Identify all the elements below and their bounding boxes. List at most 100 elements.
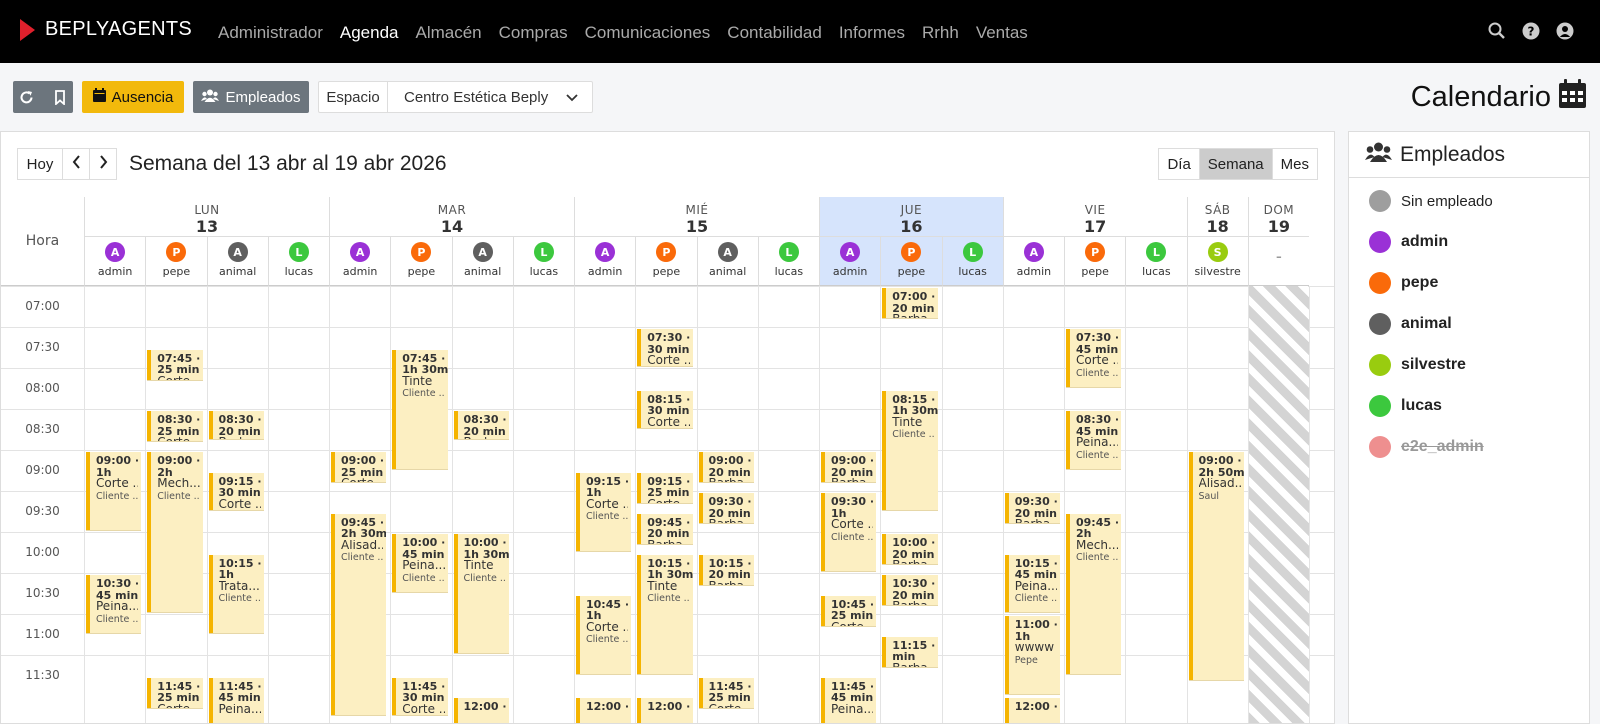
- appointment-event[interactable]: 12:00 ·: [576, 698, 632, 723]
- day-number: 14: [440, 217, 464, 236]
- appointment-event[interactable]: 08:15 ·1h 30minTinteCliente ...: [882, 390, 938, 510]
- ausencia-button[interactable]: Ausencia: [82, 81, 184, 113]
- nav-item-contabilidad[interactable]: Contabilidad: [727, 23, 822, 43]
- appointment-event[interactable]: 09:00 · 2h Mech... Cliente ...: [147, 452, 203, 612]
- nav-item-rrhh[interactable]: Rrhh: [922, 23, 959, 43]
- appointment-event[interactable]: 09:45 ·2h 30minAlisad...Cliente ...: [331, 513, 387, 715]
- appointment-event[interactable]: 12:00 ·: [453, 698, 509, 723]
- appointment-event[interactable]: 09:00 ·25 minCorte ...: [331, 452, 387, 483]
- employee-name: Sin empleado: [1401, 192, 1493, 210]
- appointment-event[interactable]: 11:45 · 45 min Peina...: [208, 677, 264, 723]
- prev-week-button[interactable]: [62, 148, 90, 180]
- nav-item-ventas[interactable]: Ventas: [976, 23, 1028, 43]
- event-service: Barba ...: [709, 478, 751, 482]
- appointment-event[interactable]: 12:00 ·: [637, 698, 693, 723]
- event-client: Cliente ...: [402, 572, 445, 584]
- nav-item-almacén[interactable]: Almacén: [416, 23, 482, 43]
- view-mes-button[interactable]: Mes: [1271, 148, 1318, 180]
- next-week-button[interactable]: [89, 148, 117, 180]
- column-line: [1125, 286, 1127, 723]
- appointment-event[interactable]: 10:00 ·1h 30minTinteCliente ...: [453, 534, 509, 653]
- appointment-event[interactable]: 11:15 · 20minBarba ...: [882, 636, 938, 667]
- appointment-event[interactable]: 09:30 ·1hCorte ...Cliente ...: [821, 493, 877, 571]
- nav-item-agenda[interactable]: Agenda: [340, 23, 399, 43]
- today-button[interactable]: Hoy: [17, 148, 63, 180]
- appointment-event[interactable]: 10:45 ·1hCorte ...Cliente ...: [576, 595, 632, 674]
- day-of-week: MAR: [437, 203, 467, 217]
- appointment-event[interactable]: 08:30 ·25 minCorte ...: [147, 411, 203, 442]
- refresh-icon[interactable]: [13, 81, 40, 113]
- help-icon[interactable]: ?: [1521, 21, 1540, 40]
- bookmark-icon[interactable]: [46, 81, 73, 113]
- employee-item-lucas[interactable]: lucas: [1369, 395, 1442, 417]
- appointment-event[interactable]: 08:30 ·20 minBarba ...: [208, 411, 264, 439]
- view-día-button[interactable]: Día: [1158, 148, 1200, 180]
- empleados-button[interactable]: Empleados: [193, 81, 309, 113]
- espacio-select[interactable]: Espacio Centro Estética Beply: [318, 81, 593, 113]
- brand[interactable]: BEPLYAGENTS: [20, 18, 192, 41]
- employee-item-sin-empleado[interactable]: Sin empleado: [1369, 190, 1493, 212]
- employee-item-animal[interactable]: animal: [1369, 313, 1452, 335]
- view-semana-button[interactable]: Semana: [1198, 148, 1273, 180]
- nav-item-comunicaciones[interactable]: Comunicaciones: [585, 23, 711, 43]
- appointment-event[interactable]: 10:15 ·1h 30minTinteCliente ...: [637, 554, 693, 674]
- appointment-event[interactable]: 08:30 · 45 min Peina... Cliente ...: [1066, 411, 1122, 469]
- employee-item-e2e_admin[interactable]: e2e_admin: [1369, 436, 1484, 458]
- appointment-event[interactable]: 10:15 ·20 minBarba ...: [698, 554, 754, 585]
- appointment-event[interactable]: 09:45 · 2h Mech... Cliente ...: [1066, 513, 1122, 674]
- appointment-event[interactable]: 09:30 ·20 minBarba ...: [698, 493, 754, 524]
- search-icon[interactable]: [1487, 21, 1506, 40]
- appointment-event[interactable]: 10:15 · 1h Trata... Cliente ...: [208, 554, 264, 633]
- user-icon[interactable]: [1555, 21, 1574, 40]
- appointment-event[interactable]: 09:15 ·25 minCorte ...: [637, 472, 693, 503]
- nav-item-compras[interactable]: Compras: [499, 23, 568, 43]
- appointment-event[interactable]: 10:15 · 45 min Peina... Cliente ...: [1004, 554, 1060, 612]
- appointment-event[interactable]: 09:00 ·20 minBarba ...: [821, 452, 877, 483]
- appointment-event[interactable]: 07:30 ·30 minCorte ...: [637, 329, 693, 366]
- appointment-event[interactable]: 11:00 · 1h wwww Pepe: [1004, 616, 1060, 694]
- day-of-week: LUN: [194, 203, 220, 217]
- appointment-event[interactable]: 08:30 ·20 minBarba ...: [453, 411, 509, 439]
- appointment-event[interactable]: 12:00 ·: [1004, 698, 1060, 723]
- appointment-event[interactable]: 11:45 ·25 minCorte ...: [147, 677, 203, 708]
- appointment-event[interactable]: 09:15 ·30 minCorte ...: [208, 472, 264, 510]
- day-number: 15: [685, 217, 709, 236]
- appointment-event[interactable]: 10:45 ·25 minCorte ...: [821, 595, 877, 626]
- employee-item-admin[interactable]: admin: [1369, 231, 1448, 253]
- nav-item-informes[interactable]: Informes: [839, 23, 905, 43]
- appointment-event[interactable]: 10:00 ·20 minBarba ...: [882, 534, 938, 565]
- appointment-event[interactable]: 10:00 · 45 min Peina... Cliente ...: [392, 534, 448, 592]
- top-actions: ?: [1487, 21, 1574, 40]
- appointment-event[interactable]: 08:15 ·30 minCorte ...: [637, 390, 693, 428]
- appointment-event[interactable]: 07:00 ·20 minBarba ...: [882, 288, 938, 319]
- appointment-event[interactable]: 09:00 ·1hCorte ...Cliente ...: [86, 452, 142, 530]
- appointment-event[interactable]: 07:45 ·25 minCorte ...: [147, 349, 203, 380]
- time-label: 09:30: [25, 504, 60, 518]
- appointment-event[interactable]: 09:00 ·20 minBarba ...: [698, 452, 754, 483]
- appointment-event[interactable]: 11:45 ·25 minCorte ...: [698, 677, 754, 708]
- appointment-event[interactable]: 09:15 ·1hCorte ...Cliente ...: [576, 472, 632, 551]
- event-service: Corte ...: [831, 519, 873, 531]
- event-duration: 1h 30min: [402, 363, 448, 376]
- event-service: Barba ...: [892, 663, 934, 667]
- appointment-event[interactable]: 09:45 ·20 minBarba ...: [637, 513, 693, 544]
- event-client: Cliente ...: [96, 613, 139, 625]
- avatar: L: [778, 242, 799, 262]
- appointment-event[interactable]: 10:30 ·20 minBarba ...: [882, 575, 938, 606]
- appointment-event[interactable]: 10:30 · 45 min Peina... Cliente ...: [86, 575, 142, 633]
- appointment-event[interactable]: 11:45 ·30 minCorte ...: [392, 677, 448, 715]
- nav-item-administrador[interactable]: Administrador: [218, 23, 323, 43]
- event-duration: 30 min: [647, 404, 690, 417]
- event-duration: 20 min: [1014, 506, 1057, 520]
- calendar-icon: [92, 88, 106, 106]
- time-label: 07:00: [25, 299, 60, 313]
- employee-item-silvestre[interactable]: silvestre: [1369, 354, 1466, 376]
- toolbar: Ausencia Empleados Espacio Centro Estéti…: [0, 63, 1600, 129]
- appointment-event[interactable]: 09:00 ·2h 50mAlisad...Saul: [1188, 452, 1244, 681]
- appointment-event[interactable]: 09:30 ·20 minBarba ...: [1004, 493, 1060, 524]
- appointment-event[interactable]: 07:45 ·1h 30minTinteCliente ...: [392, 349, 448, 469]
- appointment-event[interactable]: 07:30 ·45 minCorte ...Cliente ...: [1066, 329, 1122, 387]
- employee-item-pepe[interactable]: pepe: [1369, 272, 1438, 294]
- event-time: 08:30 ·: [218, 413, 262, 426]
- appointment-event[interactable]: 11:45 · 45 min Peina...: [821, 677, 877, 723]
